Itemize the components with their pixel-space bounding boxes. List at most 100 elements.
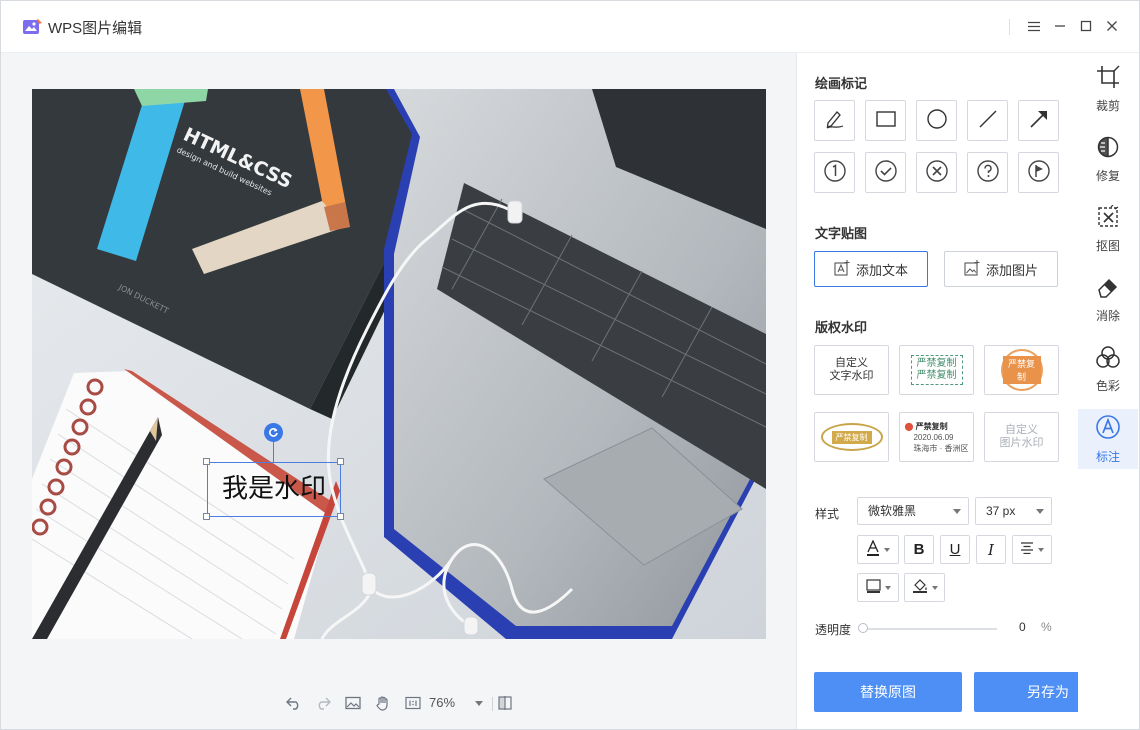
cutout-icon [1096, 204, 1120, 232]
font-color-button[interactable] [857, 535, 899, 564]
tool-erase-label: 消除 [1095, 308, 1120, 323]
draw-section-title: 绘画标记 [815, 76, 868, 91]
minimize-icon[interactable] [1049, 15, 1071, 37]
app-title: WPS图片编辑 [48, 20, 143, 37]
flag-tool-button[interactable] [1018, 152, 1059, 193]
border-color-button[interactable] [857, 573, 899, 602]
custom-image-watermark-label: 自定义 图片水印 [999, 424, 1044, 449]
opacity-unit: % [1041, 620, 1052, 634]
color-circles-icon [1095, 345, 1121, 372]
close-icon[interactable] [1101, 15, 1123, 37]
add-image-label: 添加图片 [985, 262, 1038, 278]
tool-repair[interactable]: 修复 [1078, 129, 1138, 189]
add-text-icon [834, 259, 850, 279]
hand-icon[interactable] [373, 689, 393, 717]
chevron-down-icon [931, 585, 938, 590]
pen-tool-button[interactable] [814, 100, 855, 141]
add-image-button[interactable]: 添加图片 [944, 251, 1058, 287]
font-family-select[interactable]: 微软雅黑 [857, 497, 969, 525]
align-button[interactable] [1012, 535, 1052, 564]
zoom-dropdown-caret[interactable] [475, 701, 483, 706]
repair-icon [1096, 135, 1120, 162]
opacity-value[interactable]: 0 [1019, 620, 1026, 634]
number-tool-button[interactable] [814, 152, 855, 193]
resize-handle-br[interactable] [337, 513, 344, 520]
check-tool-button[interactable] [865, 152, 906, 193]
number-one-icon [823, 159, 847, 186]
annotate-icon [1095, 414, 1121, 443]
stamp-double-line2: 严禁复制 [916, 370, 957, 381]
opacity-label: 透明度 [815, 623, 852, 637]
maximize-icon[interactable] [1075, 15, 1097, 37]
chevron-down-icon [884, 585, 891, 590]
cross-tool-button[interactable] [916, 152, 957, 193]
tool-repair-label: 修复 [1095, 168, 1120, 183]
chevron-down-icon [884, 547, 890, 552]
resize-handle-tr[interactable] [337, 458, 344, 465]
location-pin-icon: ⬤ [904, 421, 914, 431]
redo-icon[interactable] [313, 689, 333, 717]
bold-button[interactable]: B [904, 535, 934, 564]
tool-color-label: 色彩 [1095, 378, 1120, 393]
rectangle-tool-button[interactable] [865, 100, 906, 141]
tool-erase[interactable]: 消除 [1078, 269, 1138, 329]
italic-button[interactable]: I [976, 535, 1006, 564]
underline-button[interactable]: U [940, 535, 970, 564]
crop-icon [1096, 65, 1120, 92]
stamp-round-watermark-button[interactable]: 严禁复制 [984, 345, 1059, 395]
app-logo-icon [23, 18, 42, 35]
resize-handle-tl[interactable] [203, 458, 210, 465]
custom-text-watermark-label: 自定义 文字水印 [829, 357, 874, 382]
cross-icon [925, 159, 949, 186]
line-icon [977, 108, 999, 133]
actual-size-icon[interactable] [403, 689, 423, 717]
flag-icon [1027, 159, 1051, 186]
font-size-value: 37 px [986, 504, 1016, 518]
image-icon[interactable] [343, 689, 363, 717]
stamp-round-label: 严禁复制 [1002, 356, 1041, 384]
resize-handle-bl[interactable] [203, 513, 210, 520]
tool-crop[interactable]: 裁剪 [1078, 59, 1138, 119]
font-size-select[interactable]: 37 px [975, 497, 1052, 525]
rotate-handle[interactable] [264, 423, 283, 442]
menu-icon[interactable] [1023, 15, 1045, 37]
arrow-tool-button[interactable] [1018, 100, 1059, 141]
add-text-button[interactable]: 添加文本 [814, 251, 928, 287]
tool-cutout[interactable]: 抠图 [1078, 199, 1138, 259]
custom-text-watermark-button[interactable]: 自定义 文字水印 [814, 345, 889, 395]
arrow-icon [1028, 108, 1050, 133]
font-family-value: 微软雅黑 [868, 504, 917, 518]
custom-image-watermark-button[interactable]: 自定义 图片水印 [984, 412, 1059, 462]
tool-annotate[interactable]: 标注 [1078, 409, 1138, 469]
rectangle-icon [875, 108, 897, 133]
location-date: 2020.06.09 [913, 432, 954, 442]
zoom-level[interactable]: 76% [429, 695, 455, 710]
fill-bucket-icon [912, 578, 928, 597]
title-separator [1009, 19, 1010, 35]
fill-color-button[interactable] [904, 573, 945, 602]
add-image-icon [964, 259, 980, 279]
edit-panel: 绘画标记 文字贴图 添加文本 添加图片 版权水印 自定义 文字水印 严禁复制 严… [796, 53, 1122, 729]
opacity-slider-knob[interactable] [858, 623, 868, 633]
question-tool-button[interactable] [967, 152, 1008, 193]
stamp-oval-watermark-button[interactable]: 严禁复制 [814, 412, 889, 462]
stamp-oval-label: 严禁复制 [831, 430, 872, 444]
photo[interactable]: HTML&CSS design and build websites JON D… [32, 89, 766, 639]
title-bar: WPS图片编辑 [1, 1, 1139, 53]
app-window: WPS图片编辑 HTML&CSS design and build websit… [0, 0, 1140, 730]
watermark-text-box[interactable]: 我是水印 [207, 462, 341, 517]
location-place: 珠海市 · 香洲区 [913, 443, 969, 453]
rotate-connector [273, 441, 274, 462]
tool-color[interactable]: 色彩 [1078, 339, 1138, 399]
location-watermark-button[interactable]: ⬤ 严禁复制 2020.06.09 珠海市 · 香洲区 [899, 412, 974, 462]
canvas-area[interactable]: HTML&CSS design and build websites JON D… [1, 53, 796, 729]
watermark-text[interactable]: 我是水印 [208, 463, 340, 516]
line-tool-button[interactable] [967, 100, 1008, 141]
stamp-double-watermark-button[interactable]: 严禁复制 严禁复制 [899, 345, 974, 395]
compare-icon[interactable] [495, 689, 515, 717]
replace-original-button[interactable]: 替换原图 [814, 672, 962, 712]
undo-icon[interactable] [284, 689, 304, 717]
circle-tool-button[interactable] [916, 100, 957, 141]
opacity-slider-track[interactable] [861, 628, 997, 630]
chevron-down-icon [953, 509, 961, 514]
